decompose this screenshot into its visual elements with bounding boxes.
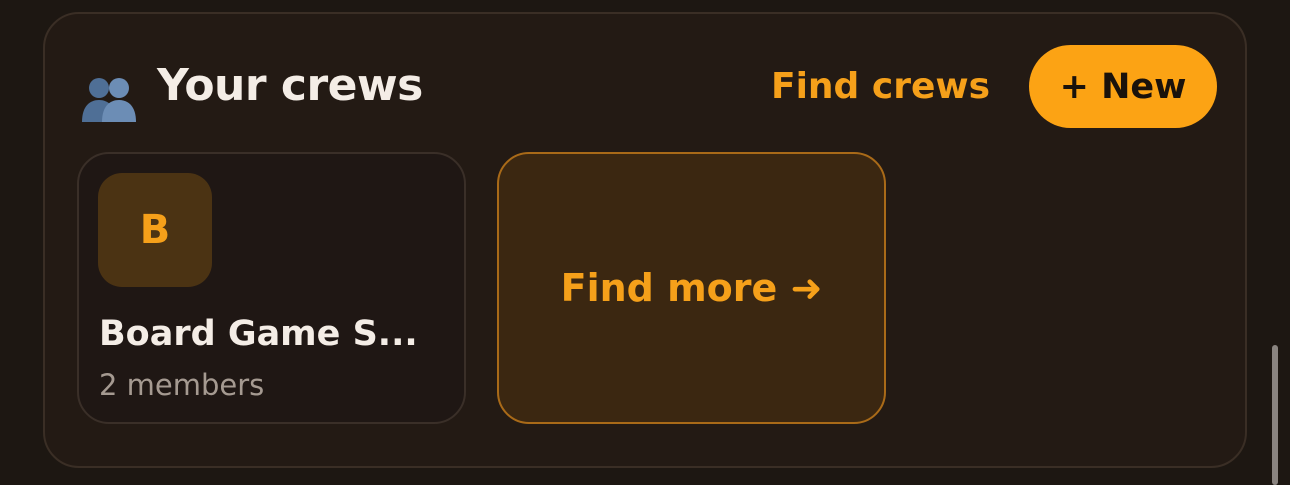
scrollbar[interactable]	[1272, 345, 1278, 485]
crews-panel: Your crews Find crews + New B Board Game…	[43, 12, 1247, 468]
section-title: Your crews	[157, 60, 423, 111]
find-crews-link[interactable]: Find crews	[771, 66, 990, 107]
crews-header: Your crews Find crews + New	[45, 14, 1245, 164]
crew-avatar: B	[98, 173, 212, 287]
crew-name: Board Game S...	[99, 314, 418, 354]
crew-member-count: 2 members	[99, 368, 265, 402]
find-more-card[interactable]: Find more ➜	[497, 152, 886, 424]
crew-card[interactable]: B Board Game S... 2 members	[77, 152, 466, 424]
busts-in-silhouette-icon	[82, 78, 136, 122]
find-more-label: Find more ➜	[560, 266, 823, 310]
new-crew-button[interactable]: + New	[1029, 45, 1217, 128]
